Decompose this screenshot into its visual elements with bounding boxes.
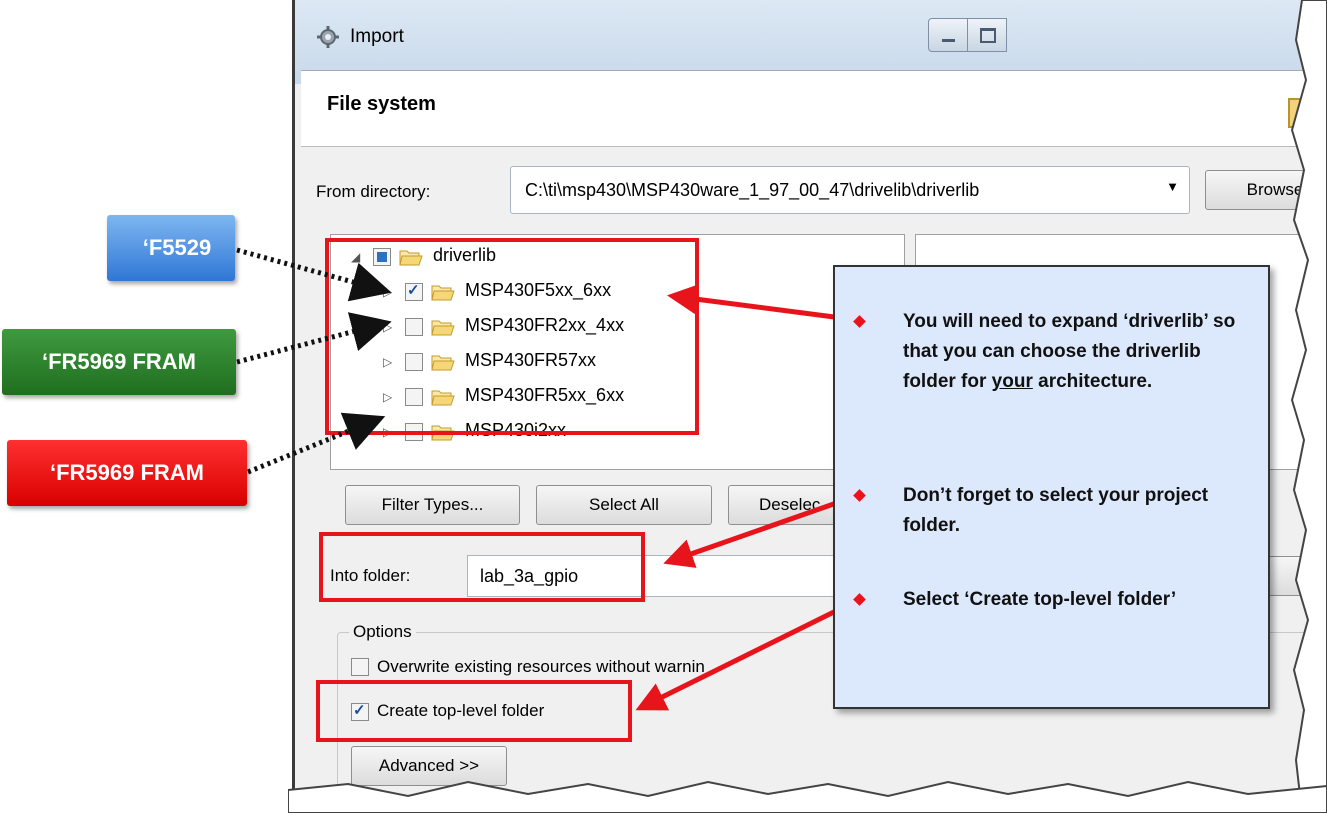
select-all-button[interactable]: Select All (536, 485, 712, 525)
maximize-button[interactable] (967, 18, 1007, 52)
instruction-callout: You will need to expand ‘driverlib’ so t… (833, 265, 1270, 709)
from-directory-combo[interactable]: C:\ti\msp430\MSP430ware_1_97_00_47\drive… (510, 166, 1190, 214)
minimize-button[interactable] (928, 18, 968, 52)
callout-bullet: You will need to expand ‘driverlib’ so t… (853, 307, 1255, 397)
tag-fr5969-fram-green: ‘FR5969 FRAM (2, 329, 236, 395)
overwrite-label[interactable]: Overwrite existing resources without war… (377, 657, 705, 677)
highlight-into-folder (319, 532, 645, 602)
bullet-text-end: architecture. (1032, 371, 1153, 392)
tag-f5529-usb: ‘F5529 USB (107, 215, 235, 326)
from-directory-label: From directory: (316, 182, 431, 201)
highlight-tree (325, 238, 699, 435)
bullet-text: Select ‘Create top-level folder’ (903, 589, 1177, 610)
torn-edge-right (1290, 0, 1327, 813)
chevron-down-icon[interactable]: ▼ (1166, 179, 1179, 194)
callout-bullet: Don’t forget to select your project fold… (853, 481, 1255, 541)
overwrite-checkbox[interactable] (351, 658, 369, 676)
from-directory-value: C:\ti\msp430\MSP430ware_1_97_00_47\drive… (525, 180, 980, 200)
options-label: Options (349, 622, 416, 642)
torn-edge-bottom (288, 780, 1327, 813)
bullet-text: Don’t forget to select your project fold… (903, 485, 1209, 536)
callout-bullet: Select ‘Create top-level folder’ (853, 585, 1255, 615)
page-header: File system (301, 70, 1327, 147)
window-title: Import (350, 26, 404, 47)
tag-fr5969-fram-red: ‘FR5969 FRAM (7, 440, 247, 506)
highlight-create-folder (316, 680, 632, 742)
gear-icon (317, 26, 339, 48)
page-title: File system (327, 93, 436, 115)
filter-types-button[interactable]: Filter Types... (345, 485, 520, 525)
bullet-emphasis: your (991, 371, 1033, 392)
